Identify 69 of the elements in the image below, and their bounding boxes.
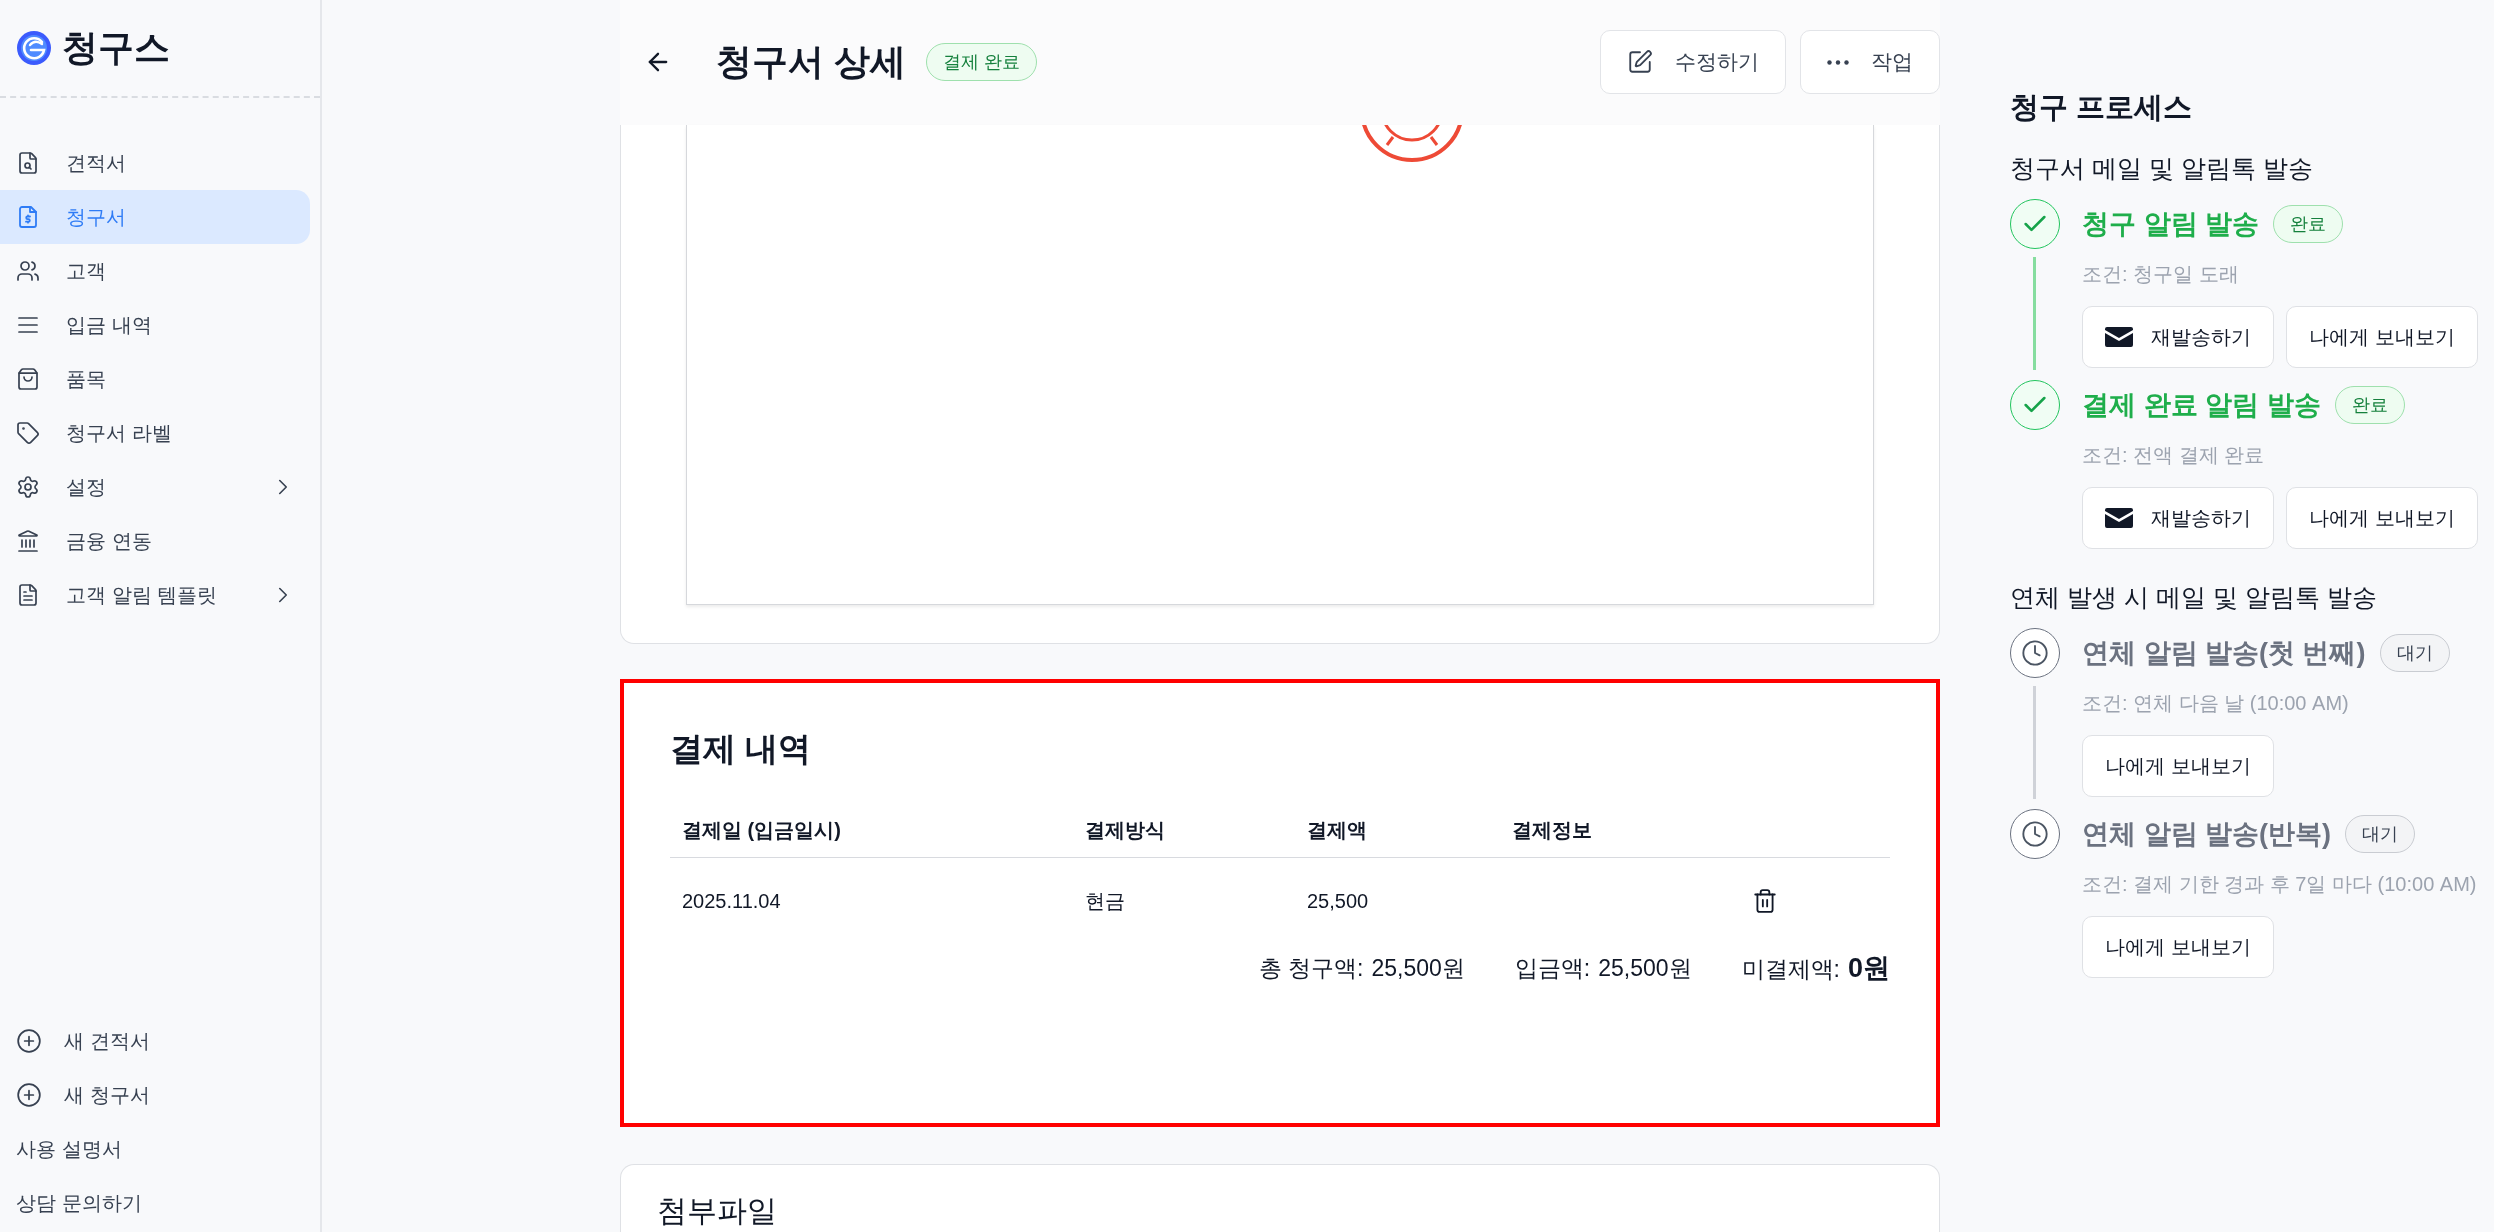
step-title: 연체 알림 발송(첫 번째) (2082, 637, 2366, 670)
envelope-icon (2105, 508, 2133, 528)
plus-circle-icon (16, 1082, 42, 1108)
total-label: 총 청구액: (1258, 953, 1364, 983)
column-header: 결제방식 (1085, 818, 1166, 844)
step-condition: 조건: 결제 기한 경과 후 7일 마다 (10:00 AM) (2082, 872, 2478, 897)
bank-icon (16, 529, 40, 553)
sidebar-item[interactable]: 고객 알림 템플릿 (0, 568, 310, 622)
sidebar-link[interactable]: 사용 설명서 (0, 1122, 320, 1176)
group-title: 청구서 메일 및 알림톡 발송 (2010, 153, 2314, 184)
sidebar-item[interactable]: 금융 연동 (0, 514, 310, 568)
send-to-me-button[interactable]: 나에게 보내보기 (2082, 916, 2274, 978)
app-logo: 청구스 (62, 25, 170, 70)
total-value: 0원 (1847, 952, 1890, 986)
send-to-me-button[interactable]: 나에게 보내보기 (2082, 735, 2274, 797)
column-header: 결제액 (1307, 818, 1368, 844)
sidebar-item[interactable]: 청구서 라벨 (0, 406, 310, 460)
section-title: 결제 내역 (670, 729, 813, 770)
section-title: 첨부파일 (657, 1193, 778, 1229)
sidebar-item[interactable]: 고객 (0, 244, 310, 298)
sidebar-item[interactable]: 설정 (0, 460, 310, 514)
total-label: 미결제액: (1741, 955, 1840, 985)
status-badge: 완료 (2273, 205, 2343, 243)
sidebar-item[interactable]: 입금 내역 (0, 298, 310, 352)
resend-button[interactable]: 재발송하기 (2082, 306, 2274, 368)
tag-icon (16, 421, 40, 445)
send-to-me-button[interactable]: 나에게 보내보기 (2286, 487, 2478, 549)
status-badge: 대기 (2345, 815, 2415, 853)
trash-icon (1752, 888, 1778, 915)
ellipsis-icon (1827, 59, 1849, 65)
create-link[interactable]: 새 청구서 (0, 1068, 320, 1122)
column-header: 결제일 (입금일시) (682, 818, 842, 844)
panel-title: 청구 프로세스 (2010, 90, 2194, 125)
table-cell-text: 25,500 (1307, 889, 1370, 913)
more-button[interactable]: 작업 (1800, 30, 1940, 95)
send-to-me-button[interactable]: 나에게 보내보기 (2286, 306, 2478, 368)
status-badge: 결제 완료 (926, 43, 1038, 82)
shopping-bag-icon (16, 367, 40, 391)
settings-icon (16, 475, 40, 499)
sidebar-item[interactable]: 견적서 (0, 136, 310, 190)
page-title: 청구서 상세 (716, 39, 906, 84)
column-header: 결제정보 (1512, 818, 1593, 844)
step-title: 청구 알림 발송 (2082, 208, 2259, 241)
edit-button[interactable]: 수정하기 (1600, 30, 1786, 95)
resend-button[interactable]: 재발송하기 (2082, 487, 2274, 549)
step-condition: 조건: 청구일 도래 (2082, 262, 2240, 287)
document-icon (16, 583, 40, 607)
table-cell-text: 현금 (1085, 888, 1126, 914)
step-condition: 조건: 전액 결제 완료 (2082, 443, 2266, 468)
total-label: 입금액: (1514, 953, 1591, 983)
total-value: 25,500원 (1598, 953, 1692, 983)
plus-circle-icon (16, 1028, 42, 1054)
logo-icon (16, 30, 52, 66)
group-title: 연체 발생 시 메일 및 알림톡 발송 (2010, 582, 2378, 613)
total-value: 25,500원 (1371, 953, 1465, 983)
sidebar-link[interactable]: 상담 문의하기 (0, 1176, 320, 1230)
sidebar-item[interactable]: 품목 (0, 352, 310, 406)
pencil-icon (1627, 49, 1653, 76)
create-link[interactable]: 새 견적서 (0, 1014, 320, 1068)
step-condition: 조건: 연체 다음 날 (10:00 AM) (2082, 691, 2350, 716)
users-icon (16, 259, 40, 283)
status-badge: 대기 (2379, 634, 2450, 672)
step-title: 결제 완료 알림 발송 (2082, 389, 2321, 422)
step-title: 연체 알림 발송(반복) (2082, 818, 2331, 851)
table-cell-text: 2025.11.04 (682, 889, 782, 913)
dollar-file-icon (16, 205, 40, 229)
envelope-icon (2105, 327, 2133, 347)
file-search-icon (16, 151, 40, 175)
status-badge: 완료 (2334, 386, 2405, 424)
